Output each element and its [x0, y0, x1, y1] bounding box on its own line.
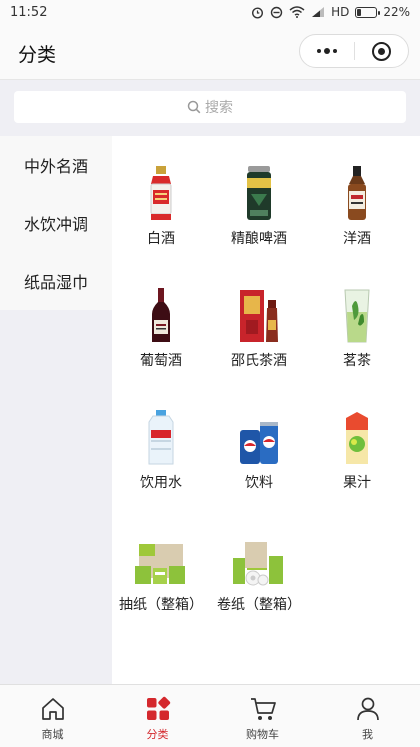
battery-icon [355, 6, 381, 18]
more-dots-icon [316, 48, 337, 54]
category-icon [143, 694, 173, 724]
status-time: 11:52 [10, 4, 48, 20]
user-icon [353, 694, 383, 724]
water-jug-icon [131, 406, 191, 466]
subcategory-tea[interactable]: 茗茶 [308, 284, 406, 406]
signal-icon [311, 6, 325, 18]
search-icon [187, 100, 201, 114]
more-button[interactable] [300, 35, 354, 67]
close-button[interactable] [355, 35, 409, 67]
subcategory-label: 葡萄酒 [140, 353, 182, 369]
network-type: HD [331, 5, 350, 19]
tab-label: 商城 [41, 728, 64, 741]
subcategory-water[interactable]: 饮用水 [112, 406, 210, 528]
whisky-bottle-icon [327, 162, 387, 222]
subcategory-label: 茗茶 [343, 353, 371, 369]
sidebar-item-drinks[interactable]: 水饮冲调 [0, 194, 112, 252]
mini-program-capsule [299, 34, 409, 68]
search-placeholder: 搜索 [205, 100, 233, 116]
tab-home[interactable]: 商城 [0, 685, 105, 747]
close-target-icon [371, 41, 391, 61]
alarm-icon [251, 6, 264, 19]
juice-box-icon [327, 406, 387, 466]
beer-can-icon [229, 162, 289, 222]
tab-label: 分类 [146, 728, 169, 741]
tab-label: 我 [362, 728, 373, 741]
subcategory-label: 洋酒 [343, 231, 371, 247]
subcategory-label: 精酿啤酒 [231, 231, 287, 247]
toilet-roll-icon [229, 528, 289, 588]
category-sidebar: 中外名酒 水饮冲调 纸品湿巾 [0, 136, 112, 684]
battery-level [357, 8, 362, 16]
battery-percent: 22% [383, 5, 410, 19]
subcategory-label: 果汁 [343, 475, 371, 491]
sidebar-item-label: 纸品湿巾 [23, 273, 88, 292]
subcategory-facial-tissue[interactable]: 抽纸（整箱） [112, 528, 210, 650]
subcategory-label: 白酒 [147, 231, 175, 247]
tab-me[interactable]: 我 [315, 685, 420, 747]
subcategory-label: 卷纸（整箱） [217, 597, 301, 613]
bottom-tab-bar: 商城 分类 购物车 我 [0, 684, 420, 747]
cart-icon [248, 694, 278, 724]
subcategory-craft-beer[interactable]: 精酿啤酒 [210, 162, 308, 284]
subcategory-juice[interactable]: 果汁 [308, 406, 406, 528]
subcategory-tea-liquor[interactable]: 邵氏茶酒 [210, 284, 308, 406]
tab-label: 购物车 [246, 728, 279, 741]
tab-cart[interactable]: 购物车 [210, 685, 315, 747]
home-icon [38, 694, 68, 724]
baijiu-bottle-icon [131, 162, 191, 222]
subcategory-foreign-liquor[interactable]: 洋酒 [308, 162, 406, 284]
sidebar-item-liquor[interactable]: 中外名酒 [0, 136, 112, 194]
subcategory-wine[interactable]: 葡萄酒 [112, 284, 210, 406]
tissue-box-icon [131, 528, 191, 588]
subcategory-baijiu[interactable]: 白酒 [112, 162, 210, 284]
search-bar: 搜索 [0, 80, 420, 136]
subcategory-label: 饮用水 [140, 475, 182, 491]
subcategory-toilet-roll[interactable]: 卷纸（整箱） [210, 528, 308, 650]
subcategory-grid: 白酒 精酿啤酒 洋酒 葡萄酒 邵氏茶酒 茗茶 饮用水 饮料 果汁 抽纸（整箱） … [112, 162, 420, 650]
sidebar-item-label: 中外名酒 [23, 157, 88, 176]
soda-can-icon [229, 406, 289, 466]
subcategory-drinks[interactable]: 饮料 [210, 406, 308, 528]
subcategory-panel: 白酒 精酿啤酒 洋酒 葡萄酒 邵氏茶酒 茗茶 饮用水 饮料 果汁 抽纸（整箱） … [112, 136, 420, 684]
wine-bottle-icon [131, 284, 191, 344]
green-tea-glass-icon [327, 284, 387, 344]
page-title: 分类 [18, 44, 57, 66]
subcategory-label: 饮料 [245, 475, 273, 491]
tab-category[interactable]: 分类 [105, 685, 210, 747]
nav-bar: 分类 [0, 24, 420, 80]
subcategory-label: 抽纸（整箱） [119, 597, 203, 613]
tea-liquor-box-icon [229, 284, 289, 344]
sidebar-item-label: 水饮冲调 [23, 215, 88, 234]
status-bar: 11:52 HD 22% [0, 0, 420, 24]
dnd-icon [270, 6, 283, 19]
status-icons: HD 22% [251, 5, 410, 19]
wifi-icon [289, 6, 305, 18]
subcategory-label: 邵氏茶酒 [231, 353, 287, 369]
sidebar-item-paper[interactable]: 纸品湿巾 [0, 252, 112, 310]
search-input[interactable]: 搜索 [14, 91, 406, 123]
